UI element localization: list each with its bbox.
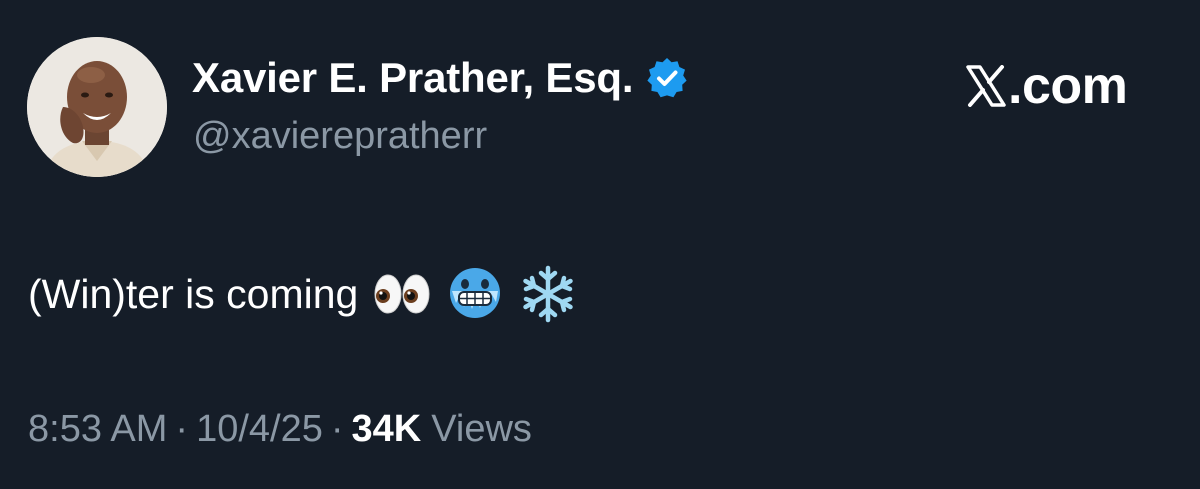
x-logo-icon [966,65,1006,107]
tweet-time[interactable]: 8:53 AM [28,408,167,451]
views-label: Views [431,408,532,450]
eyes-icon [372,272,432,316]
brand-domain: .com [1008,57,1128,115]
tweet-date[interactable]: 10/4/25 [196,408,323,451]
snowflake-icon [518,264,578,324]
views-count[interactable]: 34K [352,408,422,451]
tweet-body: (Win)ter is coming [28,264,578,324]
tweet-card: Xavier E. Prather, Esq. @xavierepratherr… [0,0,1200,489]
meta-separator: · [175,408,189,450]
user-handle[interactable]: @xavierepratherr [193,115,487,158]
tweet-meta: 8:53 AM · 10/4/25 · 34K Views [28,408,532,451]
display-name[interactable]: Xavier E. Prather, Esq. [192,54,634,102]
avatar[interactable] [27,37,167,177]
name-row: Xavier E. Prather, Esq. [192,52,689,104]
tweet-text: (Win)ter is coming [28,270,359,317]
meta-separator: · [330,408,344,450]
brand-logo: .com [966,57,1128,115]
cold-face-icon [446,265,504,323]
verified-badge-icon [645,56,689,100]
